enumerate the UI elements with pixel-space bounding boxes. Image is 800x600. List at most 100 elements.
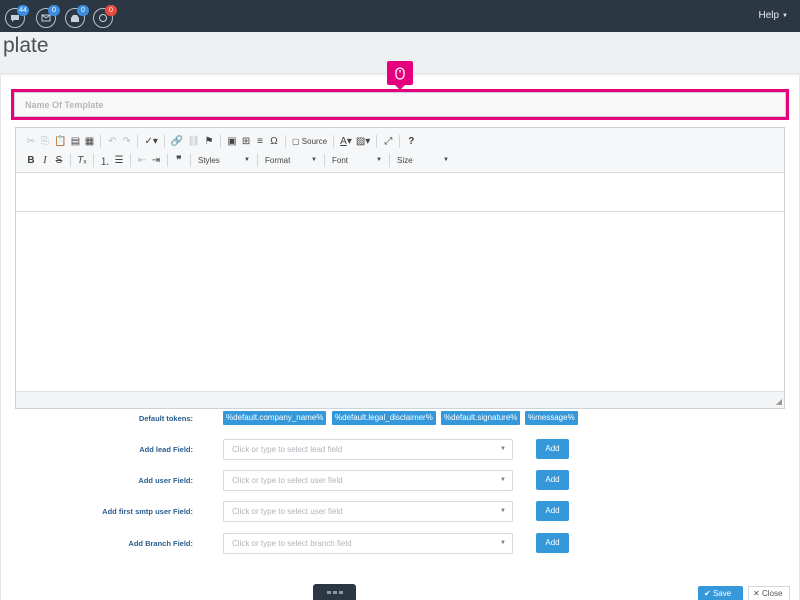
numbered-list-icon[interactable]: ⒈	[98, 152, 112, 168]
cut-icon[interactable]: ✂	[24, 133, 38, 149]
horizontal-line-icon[interactable]: ≡	[253, 133, 267, 149]
resize-handle-icon[interactable]: ◢	[776, 397, 782, 406]
inbox-badge: 0	[77, 5, 89, 16]
font-label: Font	[332, 155, 349, 165]
toolbar-row-2: B I S Tₓ ⒈ ☰ ⇤ ⇥ ❞ Styles ▼ Format ▼ Font ▼…	[24, 152, 452, 168]
help-menu[interactable]: Help ▼	[758, 10, 788, 21]
image-icon[interactable]: ▣	[225, 133, 239, 149]
link-icon[interactable]: 🔗	[169, 133, 185, 149]
add-user-field-button[interactable]: Add	[536, 470, 569, 490]
bulleted-list-icon[interactable]: ☰	[112, 152, 126, 168]
default-tokens-label: Default tokens:	[138, 414, 193, 423]
bg-color-icon[interactable]: ▨▾	[354, 133, 372, 149]
indent-icon[interactable]: ⇥	[149, 152, 163, 168]
click-marker	[387, 61, 413, 90]
toolbar-divider	[285, 134, 287, 148]
toolbar-divider	[70, 153, 71, 167]
message-badge: 0	[105, 5, 117, 16]
toolbar-divider	[257, 153, 258, 167]
close-icon: ✕	[753, 589, 760, 598]
editor-toolbar: ✂ ⎘ 📋 ▤ ▦ ↶ ↷ ✓▾ 🔗 ⛓ ⚑ ▣ ⊞ ≡ Ω ▢ Source …	[16, 128, 784, 173]
smtp-user-field-label: Add first smtp user Field:	[102, 507, 193, 516]
branch-field-label: Add Branch Field:	[128, 539, 193, 548]
paste-text-icon[interactable]: ▤	[68, 133, 82, 149]
styles-label: Styles	[198, 155, 220, 165]
bottom-handle[interactable]	[313, 584, 356, 600]
editor-header-area[interactable]	[16, 173, 784, 212]
editor-status-bar: ◢	[16, 391, 784, 408]
maximize-icon[interactable]: ⤢	[381, 133, 395, 149]
help-icon[interactable]: ?	[404, 133, 418, 149]
lead-field-select[interactable]: Click or type to select lead field ▼	[223, 439, 513, 460]
inbox-icon[interactable]: 0	[65, 5, 89, 28]
editor-body[interactable]	[16, 213, 784, 391]
add-lead-field-button[interactable]: Add	[536, 439, 569, 459]
toolbar-divider	[163, 134, 165, 148]
toolbar-row-1: ✂ ⎘ 📋 ▤ ▦ ↶ ↷ ✓▾ 🔗 ⛓ ⚑ ▣ ⊞ ≡ Ω ▢ Source …	[24, 133, 418, 149]
paste-icon[interactable]: 📋	[52, 133, 68, 149]
chat-icon[interactable]: 44	[5, 5, 29, 28]
chevron-down-icon: ▼	[500, 540, 506, 546]
size-dropdown[interactable]: Size ▼	[394, 152, 452, 168]
mouse-icon	[395, 66, 405, 80]
spellcheck-icon[interactable]: ✓▾	[142, 133, 159, 149]
toolbar-divider	[190, 153, 191, 167]
toolbar-divider	[100, 134, 102, 148]
styles-dropdown[interactable]: Styles ▼	[195, 152, 253, 168]
chat-badge: 44	[17, 5, 29, 16]
token-message[interactable]: %message%	[525, 411, 578, 425]
toolbar-divider	[220, 134, 222, 148]
top-navbar: 44 0 0 0 Help ▼	[0, 0, 800, 32]
user-field-select[interactable]: Click or type to select user field ▼	[223, 470, 513, 491]
add-branch-field-button[interactable]: Add	[536, 533, 569, 553]
toolbar-divider	[376, 134, 378, 148]
outdent-icon[interactable]: ⇤	[135, 152, 149, 168]
smtp-user-field-select[interactable]: Click or type to select user field ▼	[223, 501, 513, 522]
paste-word-icon[interactable]: ▦	[82, 133, 96, 149]
token-legal-disclaimer[interactable]: %default.legal_disclaimer%	[332, 411, 436, 425]
copy-icon[interactable]: ⎘	[38, 133, 52, 149]
mail-icon[interactable]: 0	[36, 5, 60, 28]
template-name-input[interactable]	[14, 92, 786, 117]
remove-format-icon[interactable]: Tₓ	[75, 152, 89, 168]
font-dropdown[interactable]: Font ▼	[329, 152, 385, 168]
blockquote-icon[interactable]: ❞	[172, 152, 186, 168]
save-button[interactable]: ✔ Save	[698, 586, 743, 600]
text-color-icon[interactable]: A ▾	[338, 133, 354, 149]
strikethrough-icon[interactable]: S	[52, 152, 66, 168]
handle-dot	[326, 590, 331, 594]
special-char-icon[interactable]: Ω	[267, 133, 281, 149]
format-dropdown[interactable]: Format ▼	[262, 152, 320, 168]
add-smtp-user-field-button[interactable]: Add	[536, 501, 569, 521]
message-icon[interactable]: 0	[93, 5, 117, 28]
user-field-placeholder: Click or type to select user field	[232, 476, 343, 485]
bold-icon[interactable]: B	[24, 152, 38, 168]
toolbar-divider	[167, 153, 168, 167]
redo-icon[interactable]: ↷	[119, 133, 133, 149]
format-label: Format	[265, 155, 291, 165]
toolbar-divider	[324, 153, 325, 167]
size-label: Size	[397, 155, 413, 165]
branch-field-select[interactable]: Click or type to select branch field ▼	[223, 533, 513, 554]
source-button[interactable]: ▢ Source	[290, 133, 329, 149]
undo-icon[interactable]: ↶	[105, 133, 119, 149]
close-button[interactable]: ✕ Close	[748, 586, 790, 600]
token-company-name[interactable]: %default.company_name%	[223, 411, 327, 425]
anchor-flag-icon[interactable]: ⚑	[202, 133, 216, 149]
italic-icon[interactable]: I	[38, 152, 52, 168]
chevron-down-icon: ▼	[782, 13, 788, 19]
toolbar-divider	[399, 134, 401, 148]
unlink-icon[interactable]: ⛓	[185, 133, 202, 149]
lead-field-placeholder: Click or type to select lead field	[232, 445, 343, 454]
chevron-down-icon: ▼	[500, 477, 506, 483]
chevron-down-icon: ▼	[500, 508, 506, 514]
toolbar-divider	[93, 153, 94, 167]
handle-dot	[338, 590, 343, 594]
table-icon[interactable]: ⊞	[239, 133, 253, 149]
rich-text-editor: ✂ ⎘ 📋 ▤ ▦ ↶ ↷ ✓▾ 🔗 ⛓ ⚑ ▣ ⊞ ≡ Ω ▢ Source …	[15, 127, 785, 409]
close-label: Close	[761, 589, 783, 598]
token-signature[interactable]: %default.signature%	[441, 411, 521, 425]
page-title: plate	[3, 34, 49, 57]
user-field-label: Add user Field:	[138, 476, 193, 485]
chevron-down-icon: ▼	[311, 157, 317, 163]
